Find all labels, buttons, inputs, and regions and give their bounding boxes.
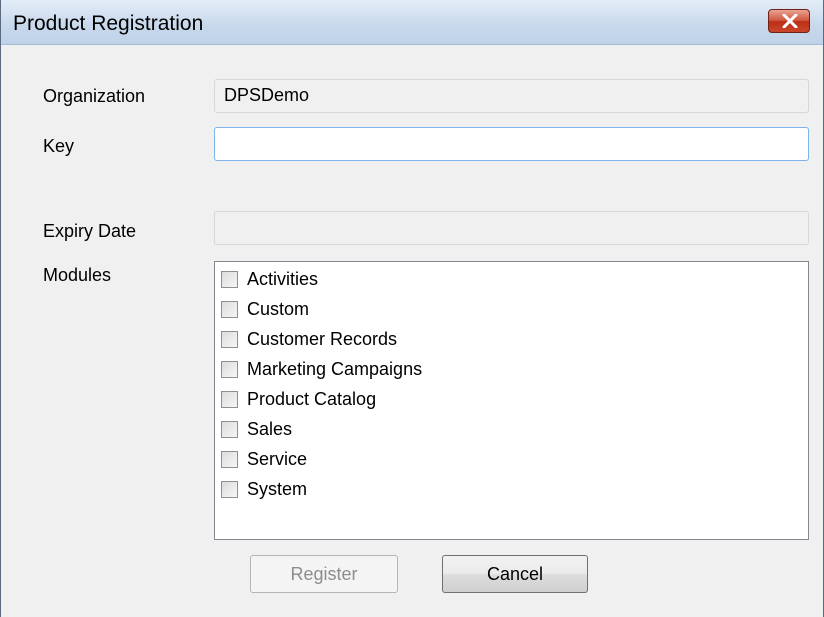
module-checkbox-service[interactable] xyxy=(221,450,238,468)
module-label: Marketing Campaigns xyxy=(247,358,423,379)
organization-label: Organization xyxy=(43,86,146,106)
module-checkbox-marketing-campaigns[interactable] xyxy=(221,360,238,378)
module-label: Sales xyxy=(247,418,293,439)
module-label: Custom xyxy=(247,298,310,319)
module-item-customer-records[interactable]: Customer Records xyxy=(221,326,397,352)
window-title: Product Registration xyxy=(13,12,204,35)
module-label: Customer Records xyxy=(247,328,398,349)
organization-field: DPSDemo xyxy=(214,79,809,113)
module-label: Service xyxy=(247,448,308,469)
title-bar: Product Registration xyxy=(1,0,823,45)
module-label: Product Catalog xyxy=(247,388,377,409)
close-button[interactable] xyxy=(768,9,810,33)
cancel-button[interactable]: Cancel xyxy=(442,555,588,593)
close-icon xyxy=(782,14,798,28)
module-label: Activities xyxy=(247,268,319,289)
module-item-activities[interactable]: Activities xyxy=(221,266,318,292)
key-input[interactable] xyxy=(214,127,809,161)
expiry-date-field xyxy=(214,211,809,245)
module-checkbox-customer-records[interactable] xyxy=(221,330,238,348)
module-checkbox-activities[interactable] xyxy=(221,270,238,288)
module-item-service[interactable]: Service xyxy=(221,446,307,472)
module-checkbox-sales[interactable] xyxy=(221,420,238,438)
dialog-window: Product Registration Organization DPSDem… xyxy=(0,0,824,617)
module-checkbox-system[interactable] xyxy=(221,480,238,498)
module-item-custom[interactable]: Custom xyxy=(221,296,309,322)
expiry-date-label: Expiry Date xyxy=(43,221,137,241)
module-item-system[interactable]: System xyxy=(221,476,307,502)
modules-list[interactable]: Activities Custom Customer Records Marke… xyxy=(214,261,809,540)
module-checkbox-product-catalog[interactable] xyxy=(221,390,238,408)
module-checkbox-custom[interactable] xyxy=(221,300,238,318)
module-item-product-catalog[interactable]: Product Catalog xyxy=(221,386,376,412)
module-item-sales[interactable]: Sales xyxy=(221,416,292,442)
module-label: System xyxy=(247,478,308,499)
module-item-marketing-campaigns[interactable]: Marketing Campaigns xyxy=(221,356,422,382)
register-button[interactable]: Register xyxy=(250,555,398,593)
key-label: Key xyxy=(43,136,75,156)
modules-label: Modules xyxy=(43,265,112,285)
